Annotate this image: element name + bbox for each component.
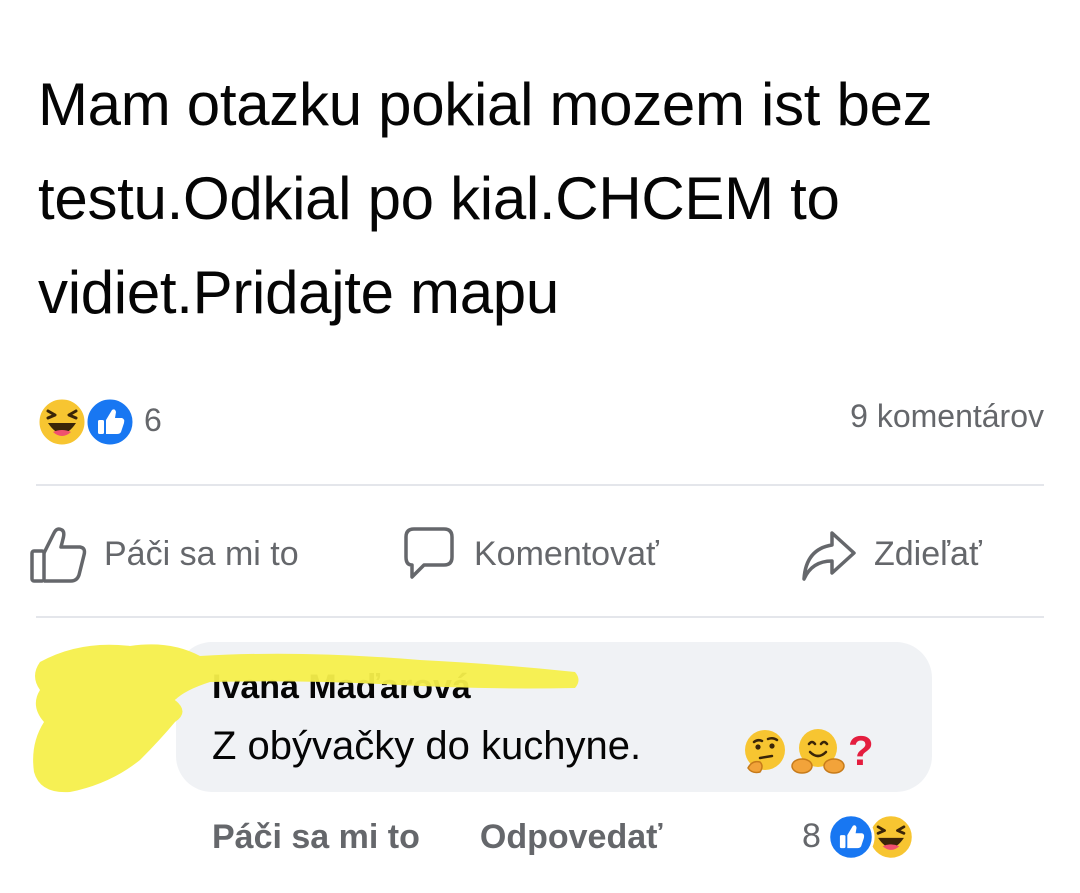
share-button[interactable]: Zdieľať xyxy=(798,512,982,596)
red-question-mark-icon: ? xyxy=(848,727,874,774)
haha-icon xyxy=(36,396,88,448)
like-icon xyxy=(84,396,136,448)
comment-like-button[interactable]: Páči sa mi to xyxy=(212,818,420,857)
hugging-face-icon xyxy=(791,729,845,774)
comment-button[interactable]: Komentovať xyxy=(398,512,659,596)
comment-button-label: Komentovať xyxy=(474,534,659,573)
post-actions-bar: Páči sa mi to Komentovať Zdieľať xyxy=(28,512,1044,596)
like-button[interactable]: Páči sa mi to xyxy=(28,512,299,596)
comment-actions: Páči sa mi to Odpovedať xyxy=(212,812,662,862)
divider xyxy=(36,484,1044,486)
comment-author[interactable]: Ivana Maďarová xyxy=(212,668,471,707)
thumbs-up-icon xyxy=(30,527,87,583)
comment-bubble-icon xyxy=(404,527,454,579)
post-reactions[interactable]: 6 xyxy=(36,392,162,448)
avatar[interactable] xyxy=(30,640,180,800)
reaction-icons xyxy=(36,392,136,448)
reaction-count: 6 xyxy=(144,401,162,438)
comment-emojis: ? xyxy=(740,726,874,776)
like-button-label: Páči sa mi to xyxy=(104,534,299,573)
comment-reactions[interactable]: 8 xyxy=(802,808,923,864)
post-text: Mam otazku pokial mozem ist bez testu.Od… xyxy=(38,71,933,326)
comment-text: Z obývačky do kuchyne. xyxy=(212,724,642,768)
comment-reply-button[interactable]: Odpovedať xyxy=(480,818,663,857)
share-button-label: Zdieľať xyxy=(874,534,982,573)
share-arrow-icon xyxy=(802,531,856,581)
divider xyxy=(36,616,1044,618)
next-comment-stub xyxy=(0,880,1080,893)
comment-reaction-icons xyxy=(827,809,923,863)
like-icon xyxy=(827,813,875,861)
comment-bubble: Ivana Maďarová Z obývačky do kuchyne. ? xyxy=(176,642,932,792)
comment-count-link[interactable]: 9 komentárov xyxy=(850,398,1044,435)
thinking-face-icon xyxy=(745,730,785,774)
comment-reaction-count: 8 xyxy=(802,816,821,855)
